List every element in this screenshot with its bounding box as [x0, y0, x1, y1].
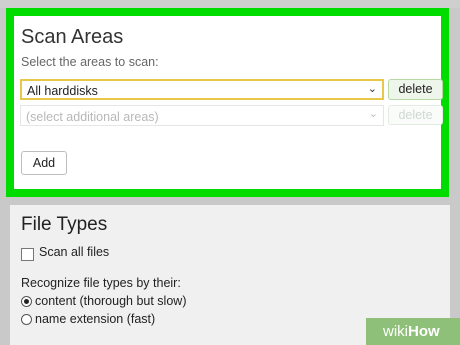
wikihow-watermark: wikiHow — [366, 318, 460, 345]
delete-button-disabled: delete — [388, 105, 443, 125]
chevron-down-icon: ⌄ — [368, 108, 378, 120]
content-radio-label[interactable]: content (thorough but slow) — [35, 294, 186, 308]
watermark-brand-bold: How — [408, 323, 440, 340]
watermark-brand: wiki — [383, 323, 408, 340]
name-extension-radio-label[interactable]: name extension (fast) — [35, 312, 155, 326]
chevron-down-icon: ⌄ — [367, 83, 377, 95]
recognize-label: Recognize file types by their: — [21, 276, 181, 290]
file-types-title: File Types — [21, 214, 108, 235]
scan-area-select-value: All harddisks — [27, 84, 98, 98]
scan-areas-title: Scan Areas — [21, 26, 124, 48]
content-radio[interactable] — [21, 296, 32, 307]
delete-button[interactable]: delete — [388, 79, 443, 100]
additional-area-select[interactable]: (select additional areas) ⌄ — [20, 105, 384, 126]
additional-area-placeholder: (select additional areas) — [26, 110, 159, 124]
scan-areas-panel: Scan Areas Select the areas to scan: All… — [14, 16, 443, 189]
scan-all-checkbox[interactable] — [21, 248, 34, 261]
scan-areas-subtitle: Select the areas to scan: — [21, 55, 159, 69]
top-strip — [0, 0, 460, 8]
scan-area-select[interactable]: All harddisks ⌄ — [20, 79, 384, 100]
name-extension-radio[interactable] — [21, 314, 32, 325]
scan-all-label[interactable]: Scan all files — [39, 245, 109, 259]
add-button[interactable]: Add — [21, 151, 67, 175]
